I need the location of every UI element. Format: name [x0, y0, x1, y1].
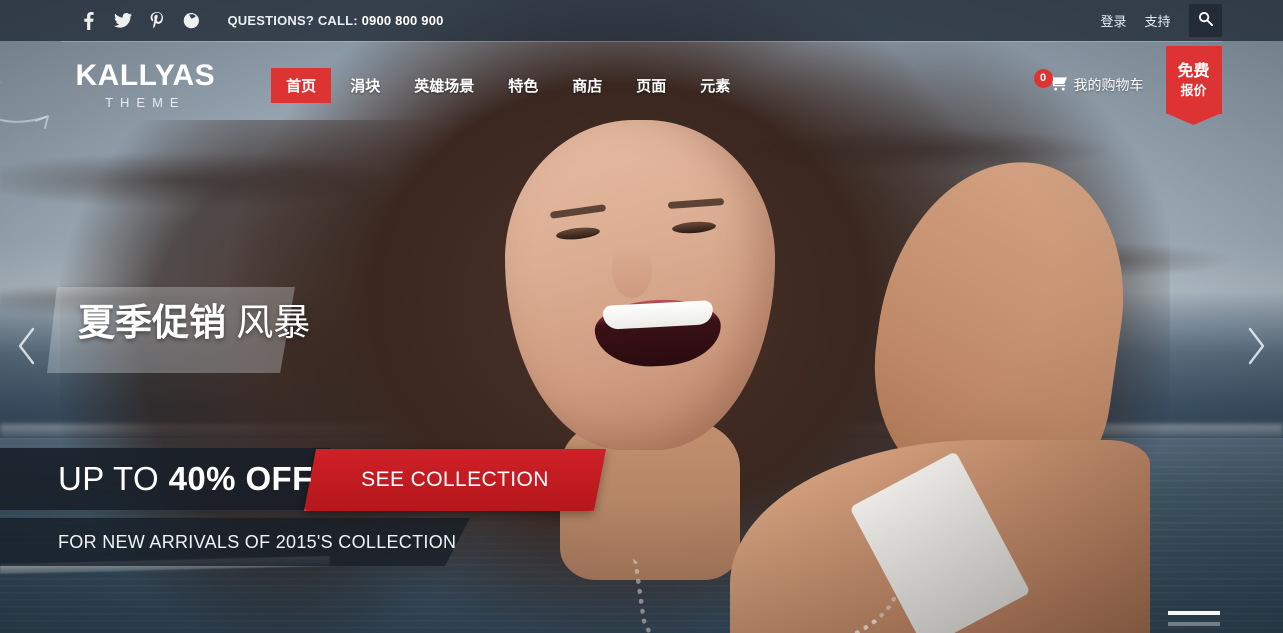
- cart-label: 我的购物车: [1073, 77, 1144, 93]
- search-icon: [1198, 11, 1213, 31]
- nav-item-features[interactable]: 特色: [493, 68, 553, 103]
- search-button[interactable]: [1188, 4, 1222, 37]
- slider-page-2[interactable]: [1168, 622, 1220, 626]
- top-bar-inner: QUESTIONS? CALL: 0900 800 900 登录 支持: [62, 0, 1222, 41]
- cart-button[interactable]: 0 我的购物车: [1030, 68, 1144, 96]
- nav-item-elements[interactable]: 元素: [685, 68, 745, 103]
- twitter-icon[interactable]: [110, 8, 136, 34]
- offer-text: UP TO 40% OFF: [58, 458, 313, 500]
- main-navigation: 首页 涓块 英雄场景 特色 商店 页面 元素: [271, 67, 745, 103]
- cart-count-badge: 0: [1033, 68, 1053, 88]
- login-link[interactable]: 登录: [1100, 11, 1126, 30]
- questions-label: QUESTIONS? CALL:: [227, 13, 358, 28]
- see-collection-button[interactable]: [303, 449, 607, 511]
- pinterest-icon[interactable]: [144, 8, 170, 34]
- nav-item-pages[interactable]: 页面: [621, 68, 681, 103]
- page-stage: QUESTIONS? CALL: 0900 800 900 登录 支持 KALL…: [0, 0, 1283, 633]
- quote-line2: 报价: [1180, 82, 1207, 98]
- header-divider: [61, 41, 1222, 42]
- logo-main-text: KALLYAS: [75, 59, 216, 92]
- slide-heading: 夏季促销 风暴: [78, 302, 311, 344]
- chevron-right-icon: [1245, 326, 1267, 371]
- header-right: 0 我的购物车 免费 报价: [1030, 46, 1222, 114]
- offer-prefix: UP TO: [58, 460, 169, 497]
- facebook-icon[interactable]: [76, 8, 102, 34]
- quote-line1: 免费: [1177, 62, 1210, 80]
- nav-item-blocks[interactable]: 涓块: [335, 68, 395, 103]
- slider-next-button[interactable]: [1233, 315, 1279, 381]
- slider-pagination: [1168, 611, 1220, 626]
- support-link[interactable]: 支持: [1144, 11, 1170, 30]
- site-header: KALLYAS THEME 首页 涓块 英雄场景 特色 商店 页面 元素 0 我…: [0, 42, 1283, 128]
- chevron-left-icon: [16, 326, 38, 371]
- nav-item-home[interactable]: 首页: [271, 67, 332, 103]
- dribbble-icon[interactable]: [178, 8, 204, 34]
- nav-item-shop[interactable]: 商店: [557, 68, 617, 103]
- slide-heading-bold: 夏季促销: [78, 302, 226, 343]
- logo-sub-text: THEME: [105, 95, 186, 110]
- questions-call-text: QUESTIONS? CALL: 0900 800 900: [228, 13, 444, 28]
- social-links: [76, 8, 204, 34]
- slider-prev-button[interactable]: [4, 315, 50, 381]
- phone-number: 0900 800 900: [361, 13, 444, 28]
- top-bar-right: 登录 支持: [1100, 4, 1222, 37]
- top-bar: QUESTIONS? CALL: 0900 800 900 登录 支持: [0, 0, 1283, 41]
- site-logo[interactable]: KALLYAS THEME: [75, 59, 216, 110]
- slide-heading-light: 风暴: [236, 302, 311, 343]
- nav-item-hero-scenes[interactable]: 英雄场景: [399, 68, 489, 103]
- slide-subtitle: FOR NEW ARRIVALS OF 2015'S COLLECTION: [58, 532, 457, 552]
- site-header-inner: KALLYAS THEME 首页 涓块 英雄场景 特色 商店 页面 元素 0 我…: [62, 42, 1222, 128]
- slider-page-1[interactable]: [1168, 611, 1220, 615]
- offer-value: 40% OFF: [168, 460, 313, 497]
- nose: [612, 244, 652, 298]
- free-quote-button[interactable]: 免费 报价: [1165, 46, 1222, 114]
